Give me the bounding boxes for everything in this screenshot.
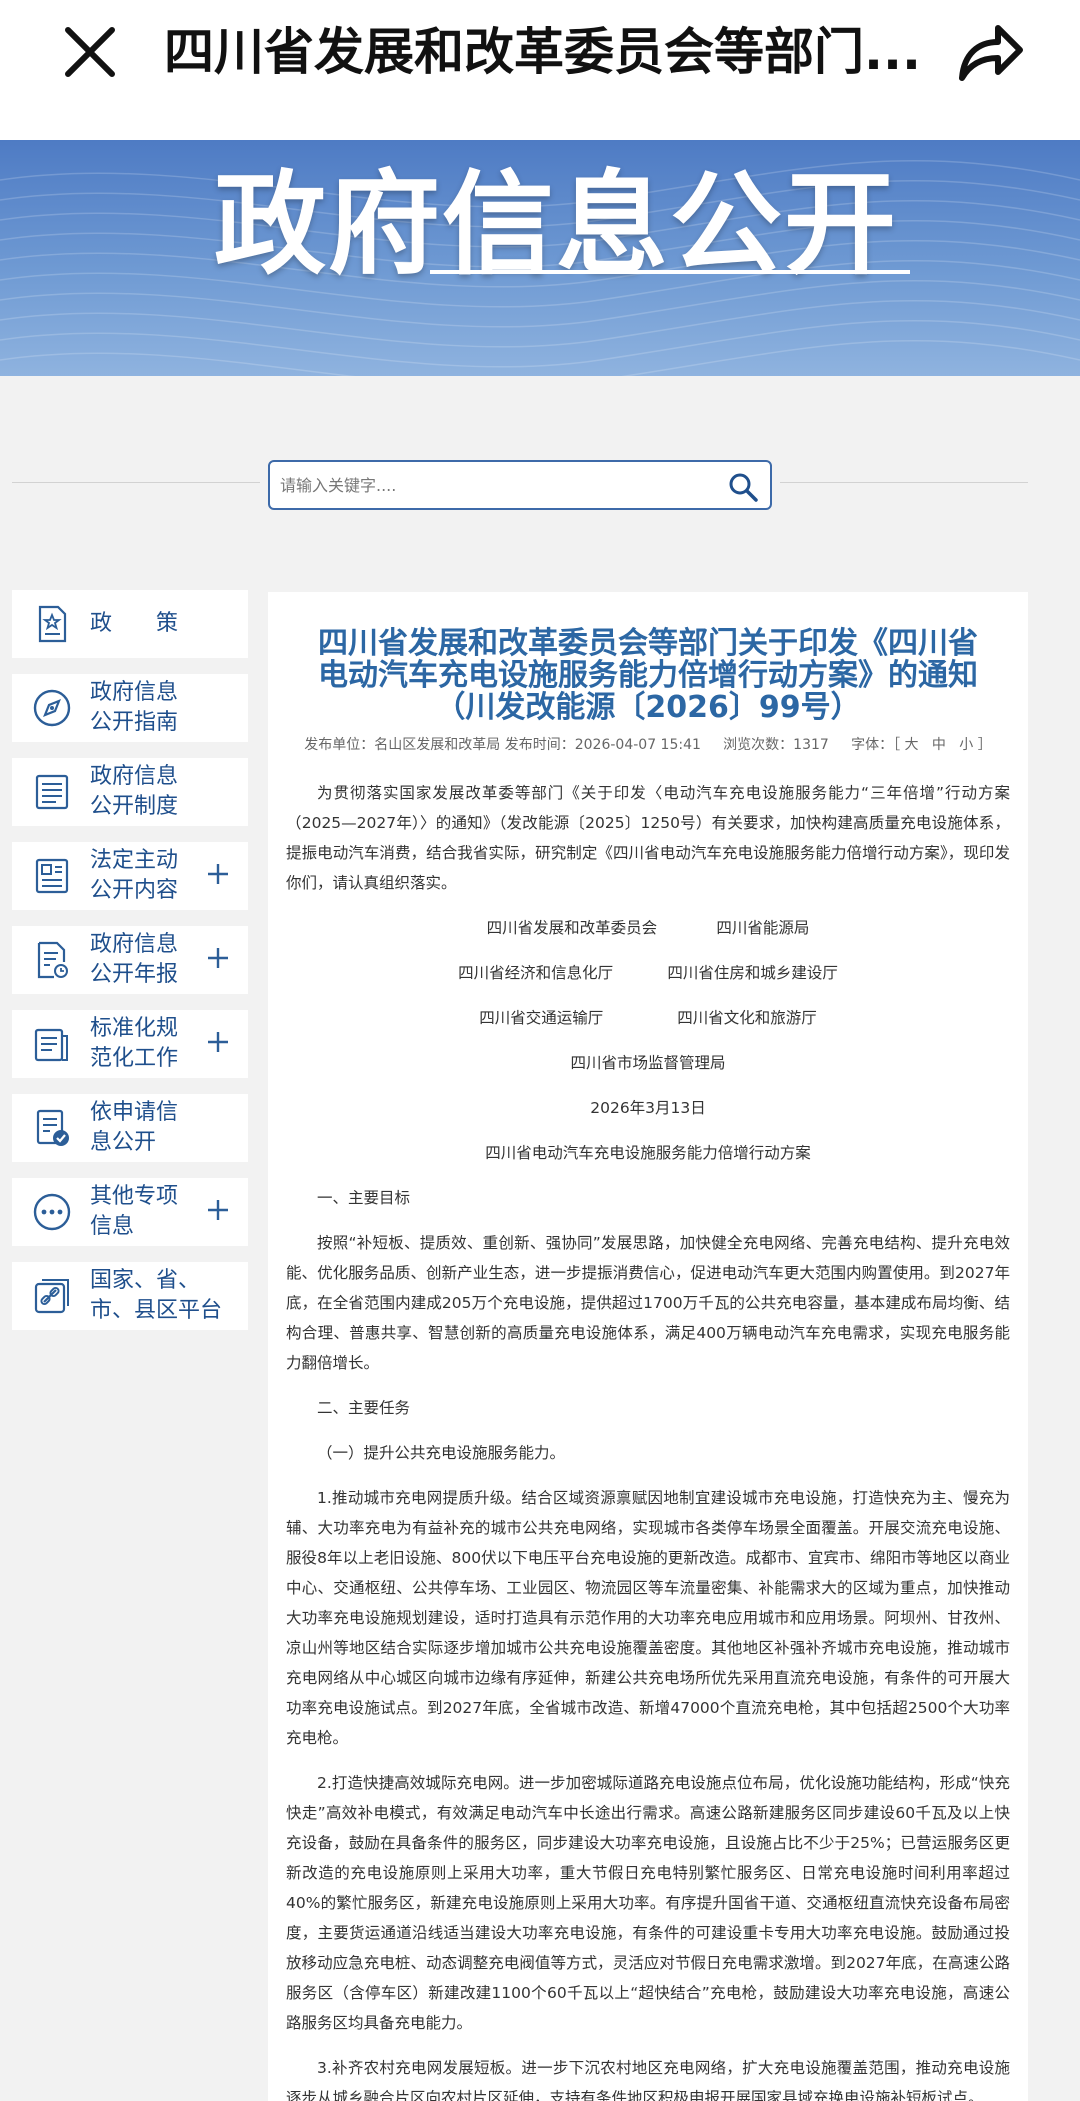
sidebar-item-label: 标准化规 范化工作 — [90, 1016, 179, 1071]
banner-underline — [430, 270, 910, 274]
section-heading: 二、主要任务 — [317, 1399, 411, 1417]
sidebar-item-label: 政 策 — [90, 611, 179, 636]
close-icon[interactable] — [62, 24, 118, 80]
sidebar-item-label: 依申请信 息公开 — [90, 1100, 179, 1155]
expand-plus-icon[interactable] — [206, 1030, 230, 1054]
report-icon — [37, 941, 68, 979]
sidebar-item-platforms[interactable]: 国家、省、 市、县区平台 — [12, 1262, 248, 1330]
sidebar-item-policy[interactable]: 政 策 — [12, 590, 248, 658]
article-meta: 发布单位：名山区发展和改革局 发布时间：2026-04-07 15:41 浏览次… — [304, 737, 992, 753]
document-check-icon — [36, 1109, 69, 1146]
divider-left — [12, 482, 260, 483]
search-input[interactable] — [280, 470, 700, 500]
search-box — [268, 460, 772, 510]
banner-title: 政府信息公开 — [214, 160, 898, 290]
article-body: 为贯彻落实国家发展改革委等部门《关于印发〈电动汽车充电设施服务能力“三年倍增”行… — [286, 778, 1010, 2101]
id-card-icon — [35, 858, 69, 894]
paragraph: 3.补齐农村充电网发展短板。进一步下沉农村地区充电网络，扩大充电设施覆盖范围，推… — [286, 2059, 1010, 2101]
issuer-row: 四川省市场监督管理局 — [570, 1054, 726, 1072]
sidebar-item-annual-report[interactable]: 政府信息 公开年报 — [12, 926, 248, 994]
divider-right — [780, 482, 1028, 483]
sidebar-item-label: 法定主动 公开内容 — [90, 848, 179, 903]
font-size-large[interactable]: 大 — [905, 737, 919, 753]
issuer-row: 四川省发展和改革委员会 四川省能源局 — [486, 919, 810, 937]
sidebar-item-label: 政府信息 公开年报 — [90, 932, 179, 987]
compass-icon — [33, 689, 71, 727]
sidebar-item-special[interactable]: 其他专项 信息 — [12, 1178, 248, 1246]
list-document-icon — [35, 774, 69, 810]
issue-date: 2026年3月13日 — [590, 1099, 706, 1117]
sidebar-item-statutory[interactable]: 法定主动 公开内容 — [12, 842, 248, 910]
issuer-row: 四川省交通运输厅 四川省文化和旅游厅 — [479, 1009, 817, 1027]
sidebar-item-label: 其他专项 信息 — [90, 1184, 179, 1239]
intro-paragraph: 为贯彻落实国家发展改革委等部门《关于印发〈电动汽车充电设施服务能力“三年倍增”行… — [286, 784, 1010, 892]
issuer-row: 四川省经济和信息化厅 四川省住房和城乡建设厅 — [458, 964, 838, 982]
header-banner: 政府信息公开 — [0, 140, 1080, 376]
article-title: 四川省发展和改革委员会等部门关于印发《四川省 电动汽车充电设施服务能力倍增行动方… — [318, 626, 978, 725]
section-heading: 一、主要目标 — [317, 1189, 411, 1207]
paragraph: 1.推动城市充电网提质升级。结合区域资源禀赋因地制宜建设城市充电设施，打造快充为… — [286, 1489, 1010, 1747]
top-app-bar: 四川省发展和改革委员会等部门... — [0, 0, 1080, 140]
publisher: 名山区发展和改革局 — [374, 737, 501, 753]
paragraph: 2.打造快捷高效城际充电网。进一步加密城际道路充电设施点位布局，优化设施功能结构… — [286, 1774, 1010, 2032]
share-icon[interactable] — [954, 20, 1026, 84]
font-size-medium[interactable]: 中 — [932, 737, 946, 753]
sidebar-item-label: 政府信息 公开制度 — [90, 764, 179, 819]
sidebar-item-label: 政府信息 公开指南 — [90, 680, 179, 735]
article-panel: 四川省发展和改革委员会等部门关于印发《四川省 电动汽车充电设施服务能力倍增行动方… — [268, 592, 1028, 2101]
sidebar-item-guide[interactable]: 政府信息 公开指南 — [12, 674, 248, 742]
sidebar-item-standardization[interactable]: 标准化规 范化工作 — [12, 1010, 248, 1078]
font-size-small[interactable]: 小 — [959, 737, 973, 753]
view-count: 1317 — [793, 737, 829, 753]
sidebar-item-system[interactable]: 政府信息 公开制度 — [12, 758, 248, 826]
expand-plus-icon[interactable] — [206, 862, 230, 886]
sidebar-item-label: 国家、省、 市、县区平台 — [90, 1268, 223, 1323]
search-icon[interactable] — [728, 472, 758, 502]
subsection-heading: （一）提升公共充电设施服务能力。 — [317, 1444, 566, 1462]
document-star-icon — [38, 605, 67, 643]
publish-time: 2026-04-07 15:41 — [574, 737, 701, 753]
sidebar-item-application[interactable]: 依申请信 息公开 — [12, 1094, 248, 1162]
plan-title: 四川省电动汽车充电设施服务能力倍增行动方案 — [485, 1144, 811, 1162]
expand-plus-icon[interactable] — [206, 1198, 230, 1222]
expand-plus-icon[interactable] — [206, 946, 230, 970]
page-title: 四川省发展和改革委员会等部门... — [164, 23, 921, 81]
paragraph: 按照“补短板、提质效、重创新、强协同”发展思路，加快健全充电网络、完善充电结构、… — [286, 1234, 1010, 1372]
more-dots-icon — [33, 1193, 71, 1231]
link-icon — [34, 1279, 69, 1314]
text-document-icon — [34, 1028, 68, 1062]
